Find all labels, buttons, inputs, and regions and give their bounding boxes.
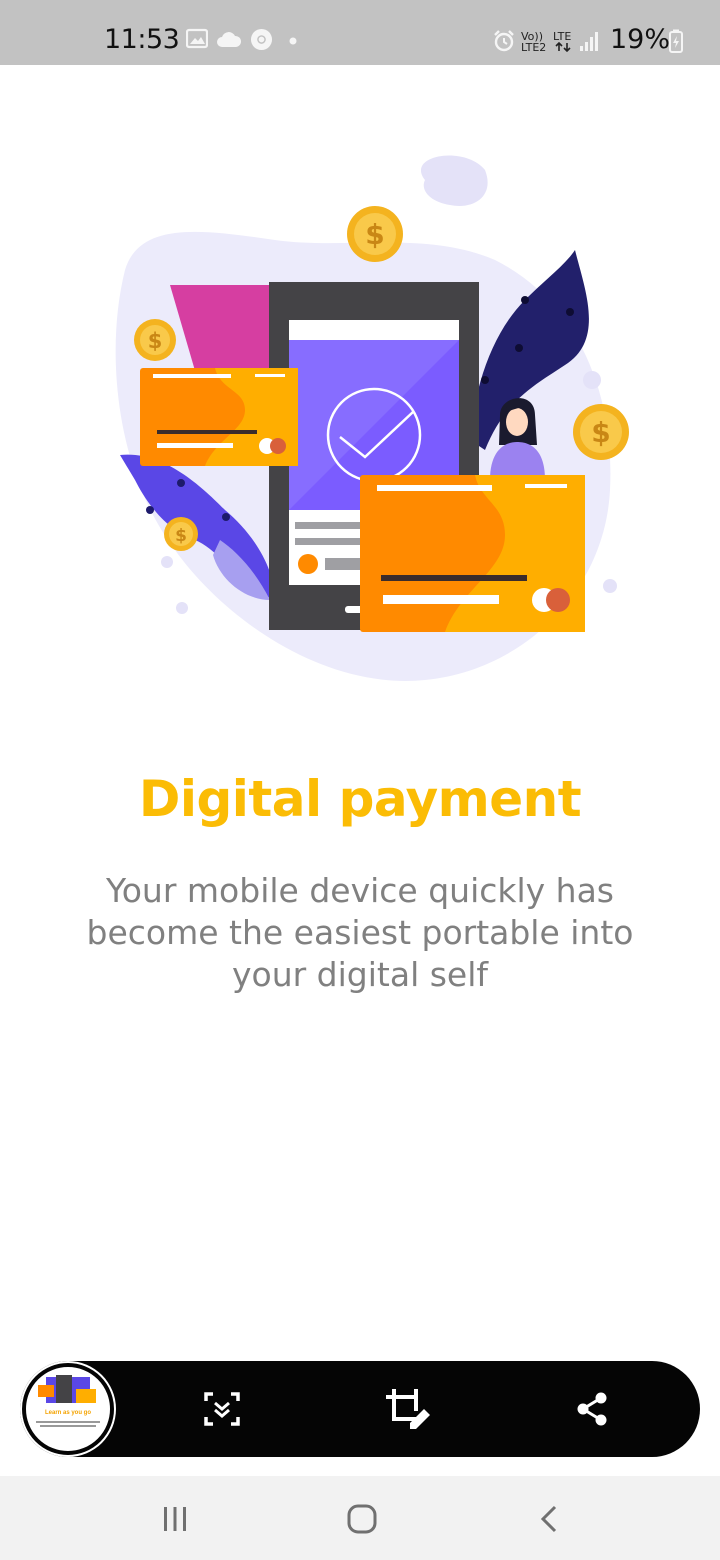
alarm-icon: [494, 30, 514, 52]
scroll-capture-button[interactable]: [198, 1385, 246, 1433]
screenshot-toolbar: Learn as you go: [20, 1361, 700, 1457]
credit-card-small: [140, 368, 298, 466]
thumbnail-preview: [36, 1375, 100, 1427]
battery-charging-icon: [669, 29, 683, 53]
lte2-label: LTE2: [521, 41, 547, 54]
svg-text:$: $: [365, 218, 384, 251]
onboarding-title: Digital payment: [138, 770, 582, 828]
back-button[interactable]: [525, 1494, 575, 1544]
scroll-capture-icon: [204, 1392, 240, 1426]
coin-bottom: $: [164, 517, 198, 551]
onboarding-subtitle: Your mobile device quickly has become th…: [86, 871, 634, 994]
cloud-icon: [217, 32, 242, 47]
status-bar: 11:53 Vo)) LTE2 LTE 19%: [0, 0, 720, 65]
credit-card-large: [360, 475, 585, 632]
home-icon: [347, 1504, 377, 1534]
crop-edit-icon: [386, 1389, 430, 1429]
recents-icon: [164, 1507, 186, 1531]
coin-left: $: [134, 319, 176, 361]
chrome-icon: [250, 28, 273, 51]
share-button[interactable]: [568, 1385, 616, 1433]
navigation-bar: [0, 1476, 720, 1560]
lte-label: LTE: [553, 30, 572, 43]
svg-text:$: $: [591, 416, 610, 449]
battery-percent: 19%: [610, 24, 671, 55]
coin-top: $: [347, 206, 403, 262]
phone-payment-illustration: $ $ $ $: [115, 155, 629, 681]
status-time: 11:53: [104, 24, 180, 55]
data-arrows-icon: [555, 42, 571, 52]
home-button[interactable]: [337, 1494, 387, 1544]
screenshot-thumbnail[interactable]: Learn as you go: [22, 1363, 114, 1455]
coin-right: $: [573, 404, 629, 460]
svg-text:$: $: [148, 329, 163, 353]
thumbnail-caption: Learn as you go: [44, 1410, 91, 1416]
dot-icon: [289, 37, 297, 45]
signal-icon: [580, 32, 598, 51]
gallery-icon: [186, 28, 208, 49]
back-icon: [540, 1505, 557, 1533]
svg-text:$: $: [175, 526, 187, 546]
recents-button[interactable]: [150, 1494, 200, 1544]
share-icon: [577, 1392, 607, 1426]
crop-edit-button[interactable]: [384, 1385, 432, 1433]
